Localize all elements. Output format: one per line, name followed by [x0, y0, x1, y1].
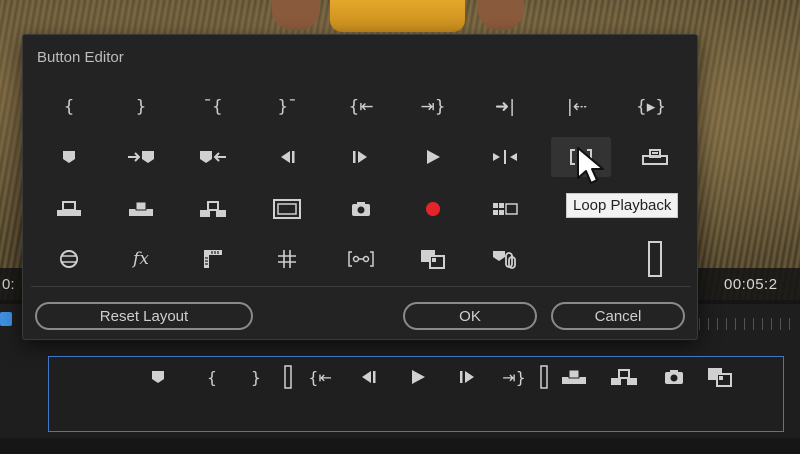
multi-camera-icon[interactable] — [475, 189, 535, 229]
comparison-view-icon[interactable] — [705, 363, 735, 391]
export-frame-icon[interactable] — [331, 189, 391, 229]
comparison-view-icon[interactable] — [403, 239, 463, 279]
show-guides-icon[interactable] — [257, 239, 317, 279]
premiere-program-monitor: 0: 00:05:2 Button Editor { } ¯{ }¯ {⇤ ⇥}… — [0, 0, 800, 454]
play-in-to-out-icon[interactable]: {▸} — [621, 87, 681, 127]
show-rulers-icon[interactable] — [183, 239, 243, 279]
record-icon[interactable] — [403, 189, 463, 229]
go-to-next-marker-icon[interactable] — [111, 137, 171, 177]
dialog-divider — [31, 286, 691, 287]
insert-icon[interactable] — [39, 189, 99, 229]
step-forward-icon[interactable] — [331, 137, 391, 177]
export-frame-icon[interactable] — [659, 363, 689, 391]
playhead-timecode: 0: — [2, 276, 15, 293]
step-forward-icon[interactable] — [453, 363, 483, 391]
lift-icon[interactable] — [559, 363, 589, 391]
play-stop-icon[interactable] — [403, 137, 463, 177]
shuttle-icon[interactable] — [475, 137, 535, 177]
go-to-previous-edit-icon[interactable]: |⇠ — [547, 87, 607, 127]
global-fx-mute-icon[interactable]: fx — [111, 239, 171, 279]
cancel-button[interactable]: Cancel — [551, 302, 685, 330]
lift-icon[interactable] — [625, 137, 685, 177]
panel-footer — [0, 438, 800, 454]
loop-playback-tooltip: Loop Playback — [566, 193, 679, 218]
spacer-icon[interactable] — [625, 239, 685, 279]
reset-layout-button[interactable]: Reset Layout — [35, 302, 253, 330]
go-to-out-icon[interactable]: ⇥} — [403, 87, 463, 127]
safe-margins-icon[interactable] — [257, 189, 317, 229]
go-to-in-icon[interactable]: {⇤ — [305, 363, 335, 391]
add-marker-icon[interactable] — [143, 363, 173, 391]
time-ruler[interactable] — [690, 318, 794, 330]
playhead-marker[interactable] — [0, 312, 12, 326]
monitor-button-bar: { } {⇤ ⇥} — [48, 356, 784, 432]
add-marker-icon[interactable] — [39, 137, 99, 177]
video-figure — [330, 0, 465, 32]
mark-out-icon[interactable]: } — [111, 87, 171, 127]
vr-video-icon[interactable] — [39, 239, 99, 279]
mouse-pointer-icon — [576, 146, 606, 191]
mark-in-icon[interactable]: { — [39, 87, 99, 127]
spacer-icon[interactable] — [273, 363, 303, 391]
proxy-toggle-icon[interactable] — [475, 239, 535, 279]
ok-button[interactable]: OK — [403, 302, 537, 330]
spacer-icon[interactable] — [529, 363, 559, 391]
step-back-icon[interactable] — [257, 137, 317, 177]
extract-icon[interactable] — [609, 363, 639, 391]
snap-icon[interactable] — [331, 239, 391, 279]
clear-out-icon[interactable]: }¯ — [257, 87, 317, 127]
play-stop-icon[interactable] — [403, 363, 433, 391]
go-to-out-icon[interactable]: ⇥} — [499, 363, 529, 391]
clear-in-icon[interactable]: ¯{ — [183, 87, 243, 127]
go-to-next-edit-icon[interactable]: ➜| — [475, 87, 535, 127]
extract-icon[interactable] — [183, 189, 243, 229]
go-to-previous-marker-icon[interactable] — [183, 137, 243, 177]
mark-in-icon[interactable]: { — [197, 363, 227, 391]
mark-out-icon[interactable]: } — [241, 363, 271, 391]
duration-timecode: 00:05:2 — [724, 276, 778, 293]
go-to-in-icon[interactable]: {⇤ — [331, 87, 391, 127]
step-back-icon[interactable] — [353, 363, 383, 391]
dialog-title: Button Editor — [37, 49, 124, 66]
overwrite-icon[interactable] — [111, 189, 171, 229]
